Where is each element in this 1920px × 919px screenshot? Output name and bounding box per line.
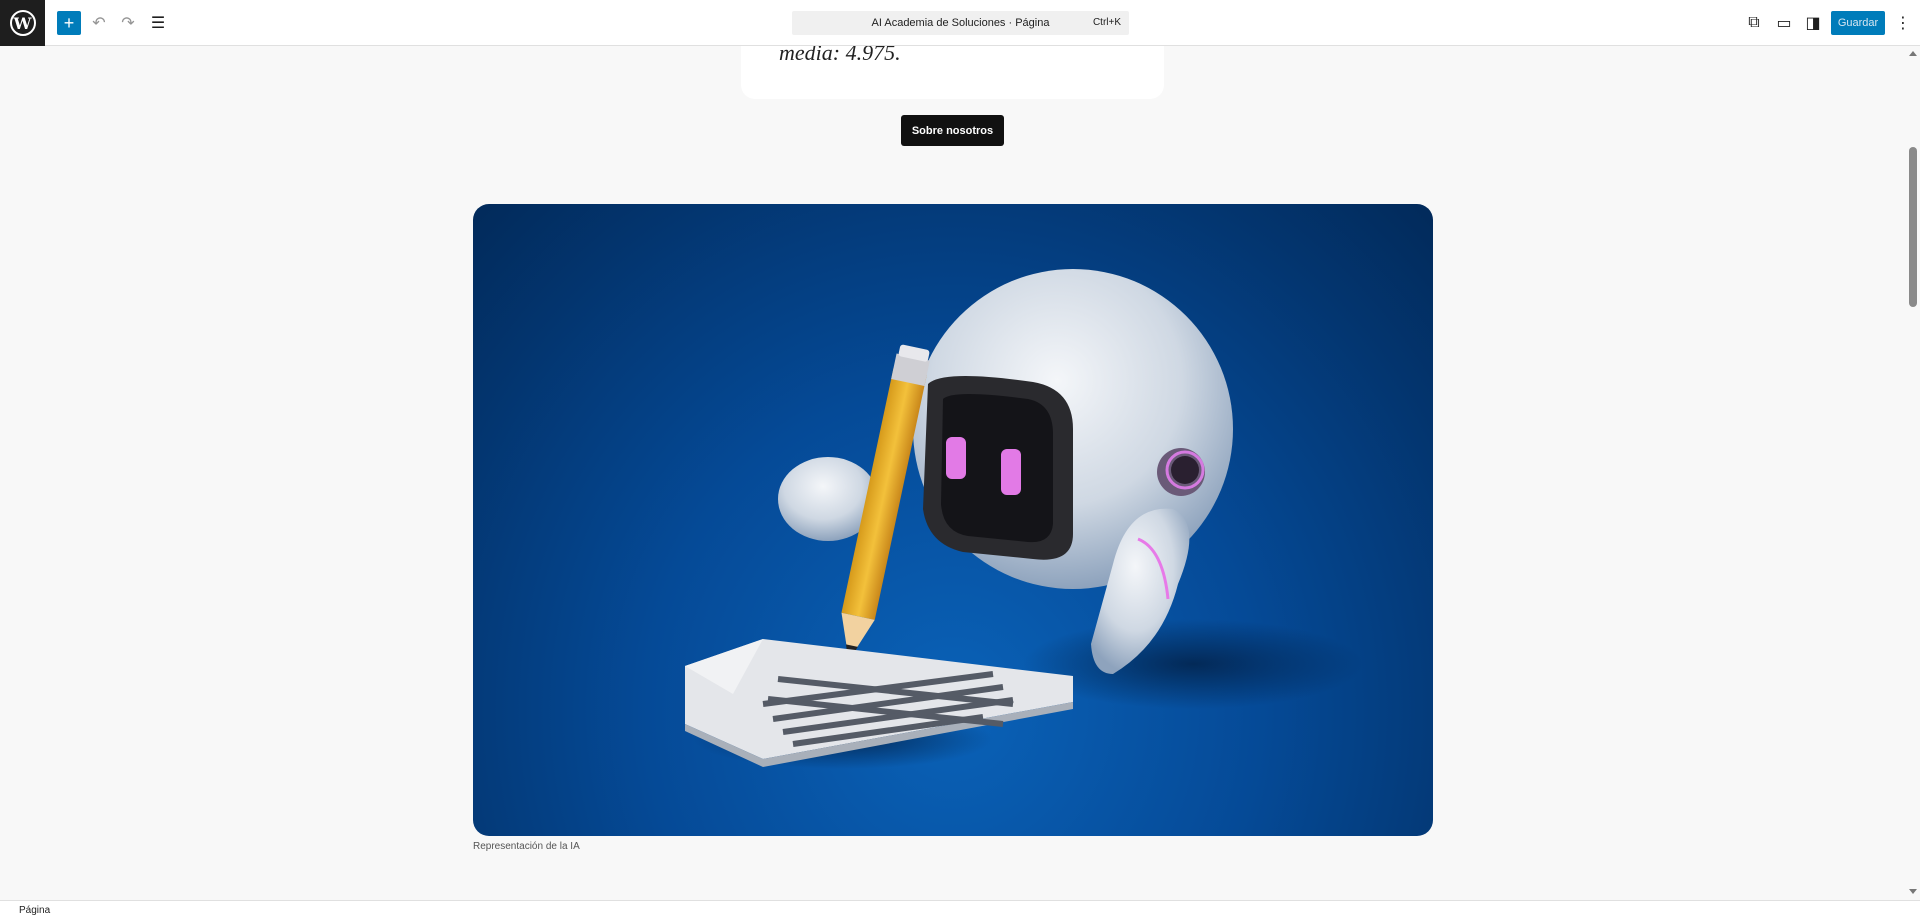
canvas-scrollbar[interactable] [1906,46,1920,900]
undo-button[interactable]: ↶ [87,11,111,35]
list-view-icon: ☰ [150,15,166,32]
device-preview-button[interactable]: ▭ [1772,11,1796,35]
view-page-button[interactable]: ⧉ [1742,11,1766,35]
rating-card-text[interactable]: media: 4.975. [779,46,901,66]
more-vertical-icon: ⋮ [1895,15,1911,32]
document-title: AI Academia de Soluciones · Página [871,17,1050,29]
editor-footer: Página [0,900,1920,919]
wordpress-logo-icon: W [9,10,36,36]
rating-card[interactable]: media: 4.975. [741,46,1164,99]
scroll-up-arrow-icon[interactable] [1909,51,1917,56]
redo-button[interactable]: ↷ [116,11,140,35]
save-button[interactable]: Guardar [1831,11,1885,35]
scroll-down-arrow-icon[interactable] [1909,889,1917,894]
editor-toolbar: W + ↶ ↷ ☰ AI Academia de Soluciones · Pá… [0,0,1920,46]
image-block[interactable] [473,204,1433,836]
plus-icon: + [63,13,75,33]
wordpress-logo-button[interactable]: W [0,0,45,46]
about-us-button[interactable]: Sobre nosotros [901,115,1004,146]
block-breadcrumb[interactable]: Página [19,905,50,916]
undo-icon: ↶ [92,15,106,32]
options-menu-button[interactable]: ⋮ [1891,11,1915,35]
scroll-thumb[interactable] [1909,147,1917,307]
redo-icon: ↷ [121,15,135,32]
list-view-button[interactable]: ☰ [146,11,170,35]
add-block-button[interactable]: + [57,11,81,35]
settings-sidebar-button[interactable]: ◨ [1801,11,1825,35]
image-caption[interactable]: Representación de la IA [473,841,580,852]
sidebar-icon: ◨ [1805,15,1821,32]
desktop-icon: ▭ [1776,15,1792,32]
external-link-icon: ⧉ [1748,14,1760,31]
robot-writing-illustration [685,269,1363,769]
document-title-command-bar[interactable]: AI Academia de Soluciones · Página Ctrl+… [792,11,1129,35]
command-shortcut: Ctrl+K [1092,17,1121,28]
editor-canvas[interactable]: media: 4.975. Sobre nosotros Representac… [0,46,1906,900]
